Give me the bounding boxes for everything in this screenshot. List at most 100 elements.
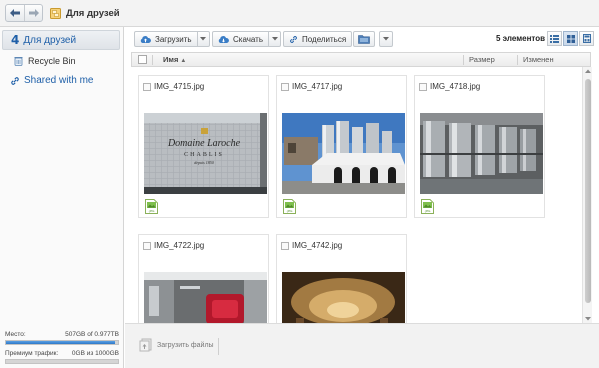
- bottom-bar: Загрузить файлы: [125, 323, 599, 368]
- upload-files-label: Загрузить файлы: [157, 341, 214, 349]
- file-checkbox[interactable]: [143, 241, 151, 250]
- file-card[interactable]: IMG_4715.jpg Domaine Laroche CHABLIS dep…: [138, 75, 269, 218]
- file-card-header: IMG_4722.jpg: [143, 241, 204, 250]
- file-checkbox[interactable]: [281, 241, 289, 250]
- photo-bottling-line: [144, 272, 267, 323]
- link-icon: [11, 76, 19, 85]
- sidebar: 4 Для друзей Recycle Bin Shared with me …: [0, 27, 124, 368]
- file-thumbnail[interactable]: [144, 272, 267, 323]
- file-checkbox[interactable]: [281, 82, 289, 91]
- back-button[interactable]: [6, 5, 24, 21]
- file-card[interactable]: IMG_4717.jpg .JPG: [276, 75, 407, 218]
- item-count: 5 элементов: [496, 34, 546, 43]
- file-thumbnail[interactable]: [282, 272, 405, 323]
- share-button[interactable]: Поделиться: [283, 31, 353, 47]
- more-options-dropdown[interactable]: [379, 31, 393, 47]
- cloud-download-icon: [218, 35, 229, 43]
- file-name: IMG_4722.jpg: [154, 241, 205, 250]
- sidebar-item-recycle-bin[interactable]: Recycle Bin: [14, 56, 76, 66]
- recycle-bin-icon: [14, 57, 23, 66]
- upload-dropdown[interactable]: [197, 31, 210, 47]
- thumbnail-view-icon: [582, 34, 591, 43]
- file-thumbnail[interactable]: Domaine Laroche CHABLIS depuis 1850: [144, 113, 267, 194]
- scroll-up-icon[interactable]: [585, 69, 591, 74]
- item-count-badge: 4: [11, 33, 20, 47]
- storage-meter: Место: 507GB of 0.977TB: [5, 331, 119, 345]
- file-type-badge: .JPG: [286, 209, 293, 213]
- column-header: Имя ▲ Размер Изменен: [131, 52, 591, 67]
- file-thumbnail[interactable]: [420, 113, 543, 194]
- sidebar-item-for-friends[interactable]: 4 Для друзей: [2, 30, 120, 50]
- column-name-label: Имя: [163, 55, 179, 64]
- list-view-icon: [550, 34, 559, 43]
- file-checkbox[interactable]: [143, 82, 151, 91]
- chevron-down-icon: [200, 37, 207, 41]
- file-thumbnail[interactable]: [282, 113, 405, 194]
- column-name[interactable]: Имя ▲: [163, 55, 186, 64]
- toolbar: Загрузить Скачать Поделиться 5 элементов: [125, 27, 599, 52]
- file-card[interactable]: IMG_4718.jpg .JPG: [414, 75, 545, 218]
- file-card-header: IMG_4717.jpg: [281, 82, 342, 91]
- grid-scrollbar[interactable]: [582, 67, 592, 323]
- grid-view-button[interactable]: [563, 31, 578, 46]
- scroll-down-icon[interactable]: [585, 316, 591, 321]
- storage-value: 507GB of 0.977TB: [65, 331, 119, 338]
- column-modified[interactable]: Изменен: [523, 55, 554, 64]
- select-all-checkbox[interactable]: [138, 55, 147, 64]
- shared-folder-icon: [50, 7, 61, 19]
- thumbnail-view-button[interactable]: [579, 31, 594, 46]
- file-card-header: IMG_4715.jpg: [143, 82, 204, 91]
- download-label: Скачать: [233, 34, 263, 44]
- chevron-down-icon: [383, 37, 389, 41]
- file-card[interactable]: IMG_4742.jpg: [276, 234, 407, 323]
- storage-bar: [5, 340, 119, 345]
- storage-bar-fill: [6, 341, 115, 344]
- file-name: IMG_4718.jpg: [430, 82, 481, 91]
- column-divider: [152, 55, 153, 65]
- sidebar-item-label: Для друзей: [23, 34, 77, 46]
- page-title: Для друзей: [66, 7, 120, 19]
- view-mode-group: [546, 31, 594, 46]
- folder-icon: [358, 35, 370, 44]
- file-type-badge: .JPG: [148, 209, 155, 213]
- upload-files-icon: [139, 338, 152, 352]
- upload-button[interactable]: Загрузить: [134, 31, 198, 47]
- grid-view-icon: [566, 34, 575, 43]
- forward-button[interactable]: [24, 5, 42, 21]
- scrollbar-thumb[interactable]: [585, 79, 591, 303]
- file-card[interactable]: IMG_4722.jpg: [138, 234, 269, 323]
- sign-line-1: Domaine Laroche: [167, 138, 241, 149]
- traffic-value: 0GB из 1000GB: [71, 350, 119, 357]
- traffic-meter: Премиум трафик: 0GB из 1000GB: [5, 350, 119, 364]
- sidebar-item-label: Recycle Bin: [28, 56, 76, 66]
- arrow-left-icon: [10, 9, 20, 17]
- sidebar-item-shared-with-me[interactable]: Shared with me: [10, 75, 93, 86]
- sign-line-3: depuis 1850: [194, 160, 213, 165]
- bottom-divider: [218, 338, 219, 355]
- photo-winery-sign: Domaine Laroche CHABLIS depuis 1850: [144, 113, 267, 194]
- list-view-button[interactable]: [547, 31, 562, 46]
- traffic-bar: [5, 359, 119, 364]
- sort-asc-icon: ▲: [180, 58, 187, 64]
- arrow-right-icon: [28, 9, 39, 17]
- nav-buttons: [5, 4, 43, 22]
- file-checkbox[interactable]: [419, 82, 427, 91]
- traffic-label: Премиум трафик:: [5, 350, 59, 357]
- file-card-header: IMG_4718.jpg: [419, 82, 480, 91]
- chevron-down-icon: [271, 37, 278, 41]
- upload-files-button[interactable]: Загрузить файлы: [139, 338, 214, 352]
- download-button[interactable]: Скачать: [212, 31, 269, 47]
- file-name: IMG_4742.jpg: [292, 241, 343, 250]
- file-grid: IMG_4715.jpg Domaine Laroche CHABLIS dep…: [131, 67, 582, 323]
- photo-wine-cellar: [282, 272, 405, 323]
- column-size[interactable]: Размер: [469, 55, 495, 64]
- top-bar: Для друзей: [0, 0, 599, 27]
- download-dropdown[interactable]: [269, 31, 281, 47]
- file-name: IMG_4715.jpg: [154, 82, 205, 91]
- new-folder-button[interactable]: [353, 31, 375, 47]
- jpg-file-icon: .JPG: [145, 199, 158, 214]
- file-type-badge: .JPG: [424, 209, 431, 213]
- photo-winery-tanks: [282, 113, 405, 194]
- link-icon: [290, 35, 297, 43]
- file-card-header: IMG_4742.jpg: [281, 241, 342, 250]
